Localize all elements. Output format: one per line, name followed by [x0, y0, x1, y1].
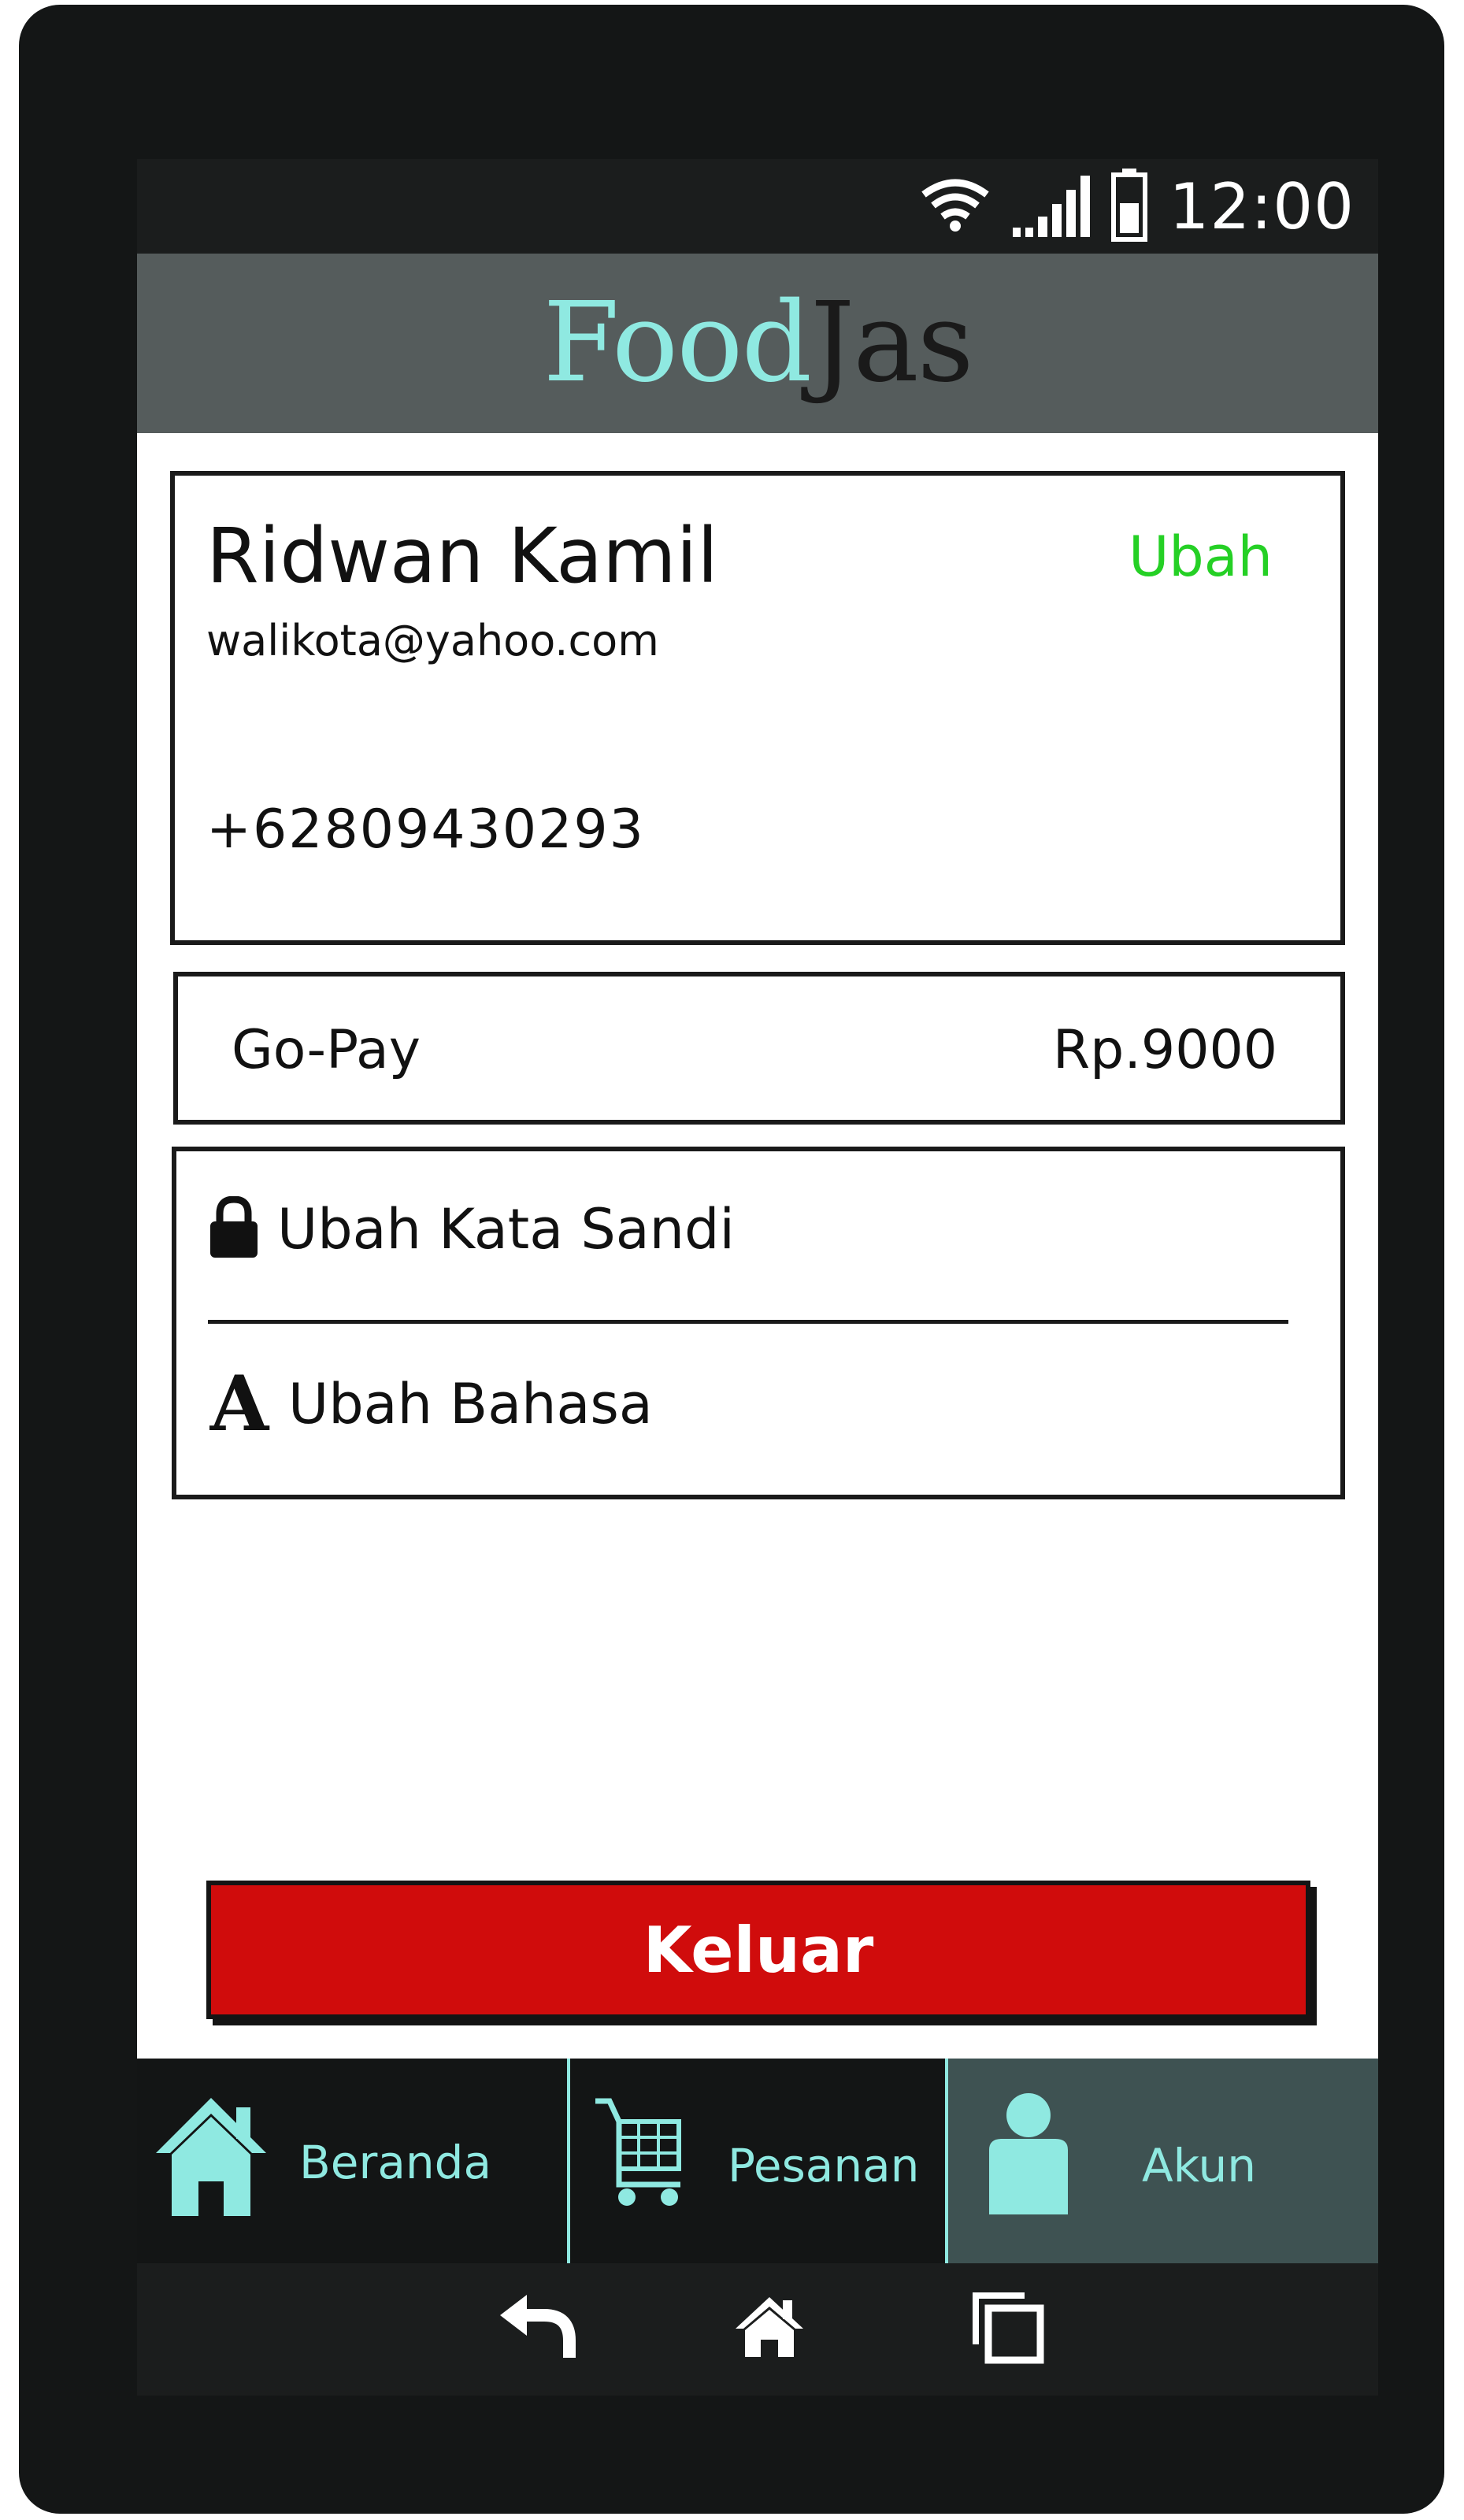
wallet-name: Go-Pay — [232, 1019, 421, 1081]
home-icon — [734, 2296, 805, 2362]
system-nav-bar — [137, 2263, 1378, 2396]
back-icon — [497, 2292, 576, 2366]
wallet-balance: Rp.9000 — [1052, 1019, 1277, 1081]
wifi-icon — [920, 177, 991, 236]
setting-label: Ubah Bahasa — [288, 1372, 653, 1436]
system-recent-apps-button[interactable] — [964, 2285, 1051, 2372]
bottom-nav: Beranda Pesanan Akun — [137, 2059, 1378, 2263]
battery-icon — [1110, 167, 1148, 246]
app-header: FoodJas — [137, 254, 1378, 433]
wallet-card[interactable]: Go-Pay Rp.9000 — [173, 972, 1345, 1125]
brand-logo: FoodJas — [543, 288, 973, 398]
language-icon: A — [209, 1359, 269, 1448]
setting-change-password[interactable]: Ubah Kata Sandi — [208, 1186, 735, 1273]
brand-part-jas: Jas — [810, 279, 973, 407]
nav-label: Pesanan — [728, 2139, 920, 2192]
profile-email: walikota@yahoo.com — [206, 616, 659, 665]
edit-profile-link[interactable]: Ubah — [1129, 524, 1273, 589]
nav-item-orders[interactable]: Pesanan — [570, 2059, 948, 2263]
cart-icon — [592, 2096, 687, 2218]
lock-icon — [208, 1195, 260, 1263]
nav-item-home[interactable]: Beranda — [137, 2059, 570, 2263]
system-home-button[interactable] — [726, 2285, 813, 2372]
nav-label: Akun — [1142, 2139, 1256, 2192]
user-icon — [981, 2092, 1076, 2222]
nav-label: Beranda — [299, 2136, 491, 2189]
app-screen: 12:00 FoodJas Ridwan Kamil Ubah walikota… — [137, 159, 1378, 2396]
recent-apps-icon — [969, 2289, 1045, 2369]
nav-item-account[interactable]: Akun — [948, 2059, 1378, 2263]
settings-card: Ubah Kata Sandi A Ubah Bahasa — [172, 1147, 1345, 1499]
brand-part-food: Food — [543, 279, 812, 407]
status-bar: 12:00 — [137, 159, 1378, 254]
status-time: 12:00 — [1169, 169, 1355, 243]
setting-change-language[interactable]: A Ubah Bahasa — [208, 1361, 653, 1447]
settings-divider — [208, 1320, 1288, 1324]
profile-card: Ridwan Kamil Ubah walikota@yahoo.com +62… — [170, 471, 1345, 945]
phone-frame: 12:00 FoodJas Ridwan Kamil Ubah walikota… — [19, 5, 1444, 2514]
system-back-button[interactable] — [493, 2285, 580, 2372]
logout-button[interactable]: Keluar — [206, 1881, 1310, 2019]
setting-label: Ubah Kata Sandi — [277, 1197, 735, 1262]
signal-icon — [1011, 169, 1091, 244]
profile-phone: +62809430293 — [206, 799, 645, 861]
home-icon — [154, 2093, 268, 2223]
profile-name: Ridwan Kamil — [206, 512, 718, 600]
